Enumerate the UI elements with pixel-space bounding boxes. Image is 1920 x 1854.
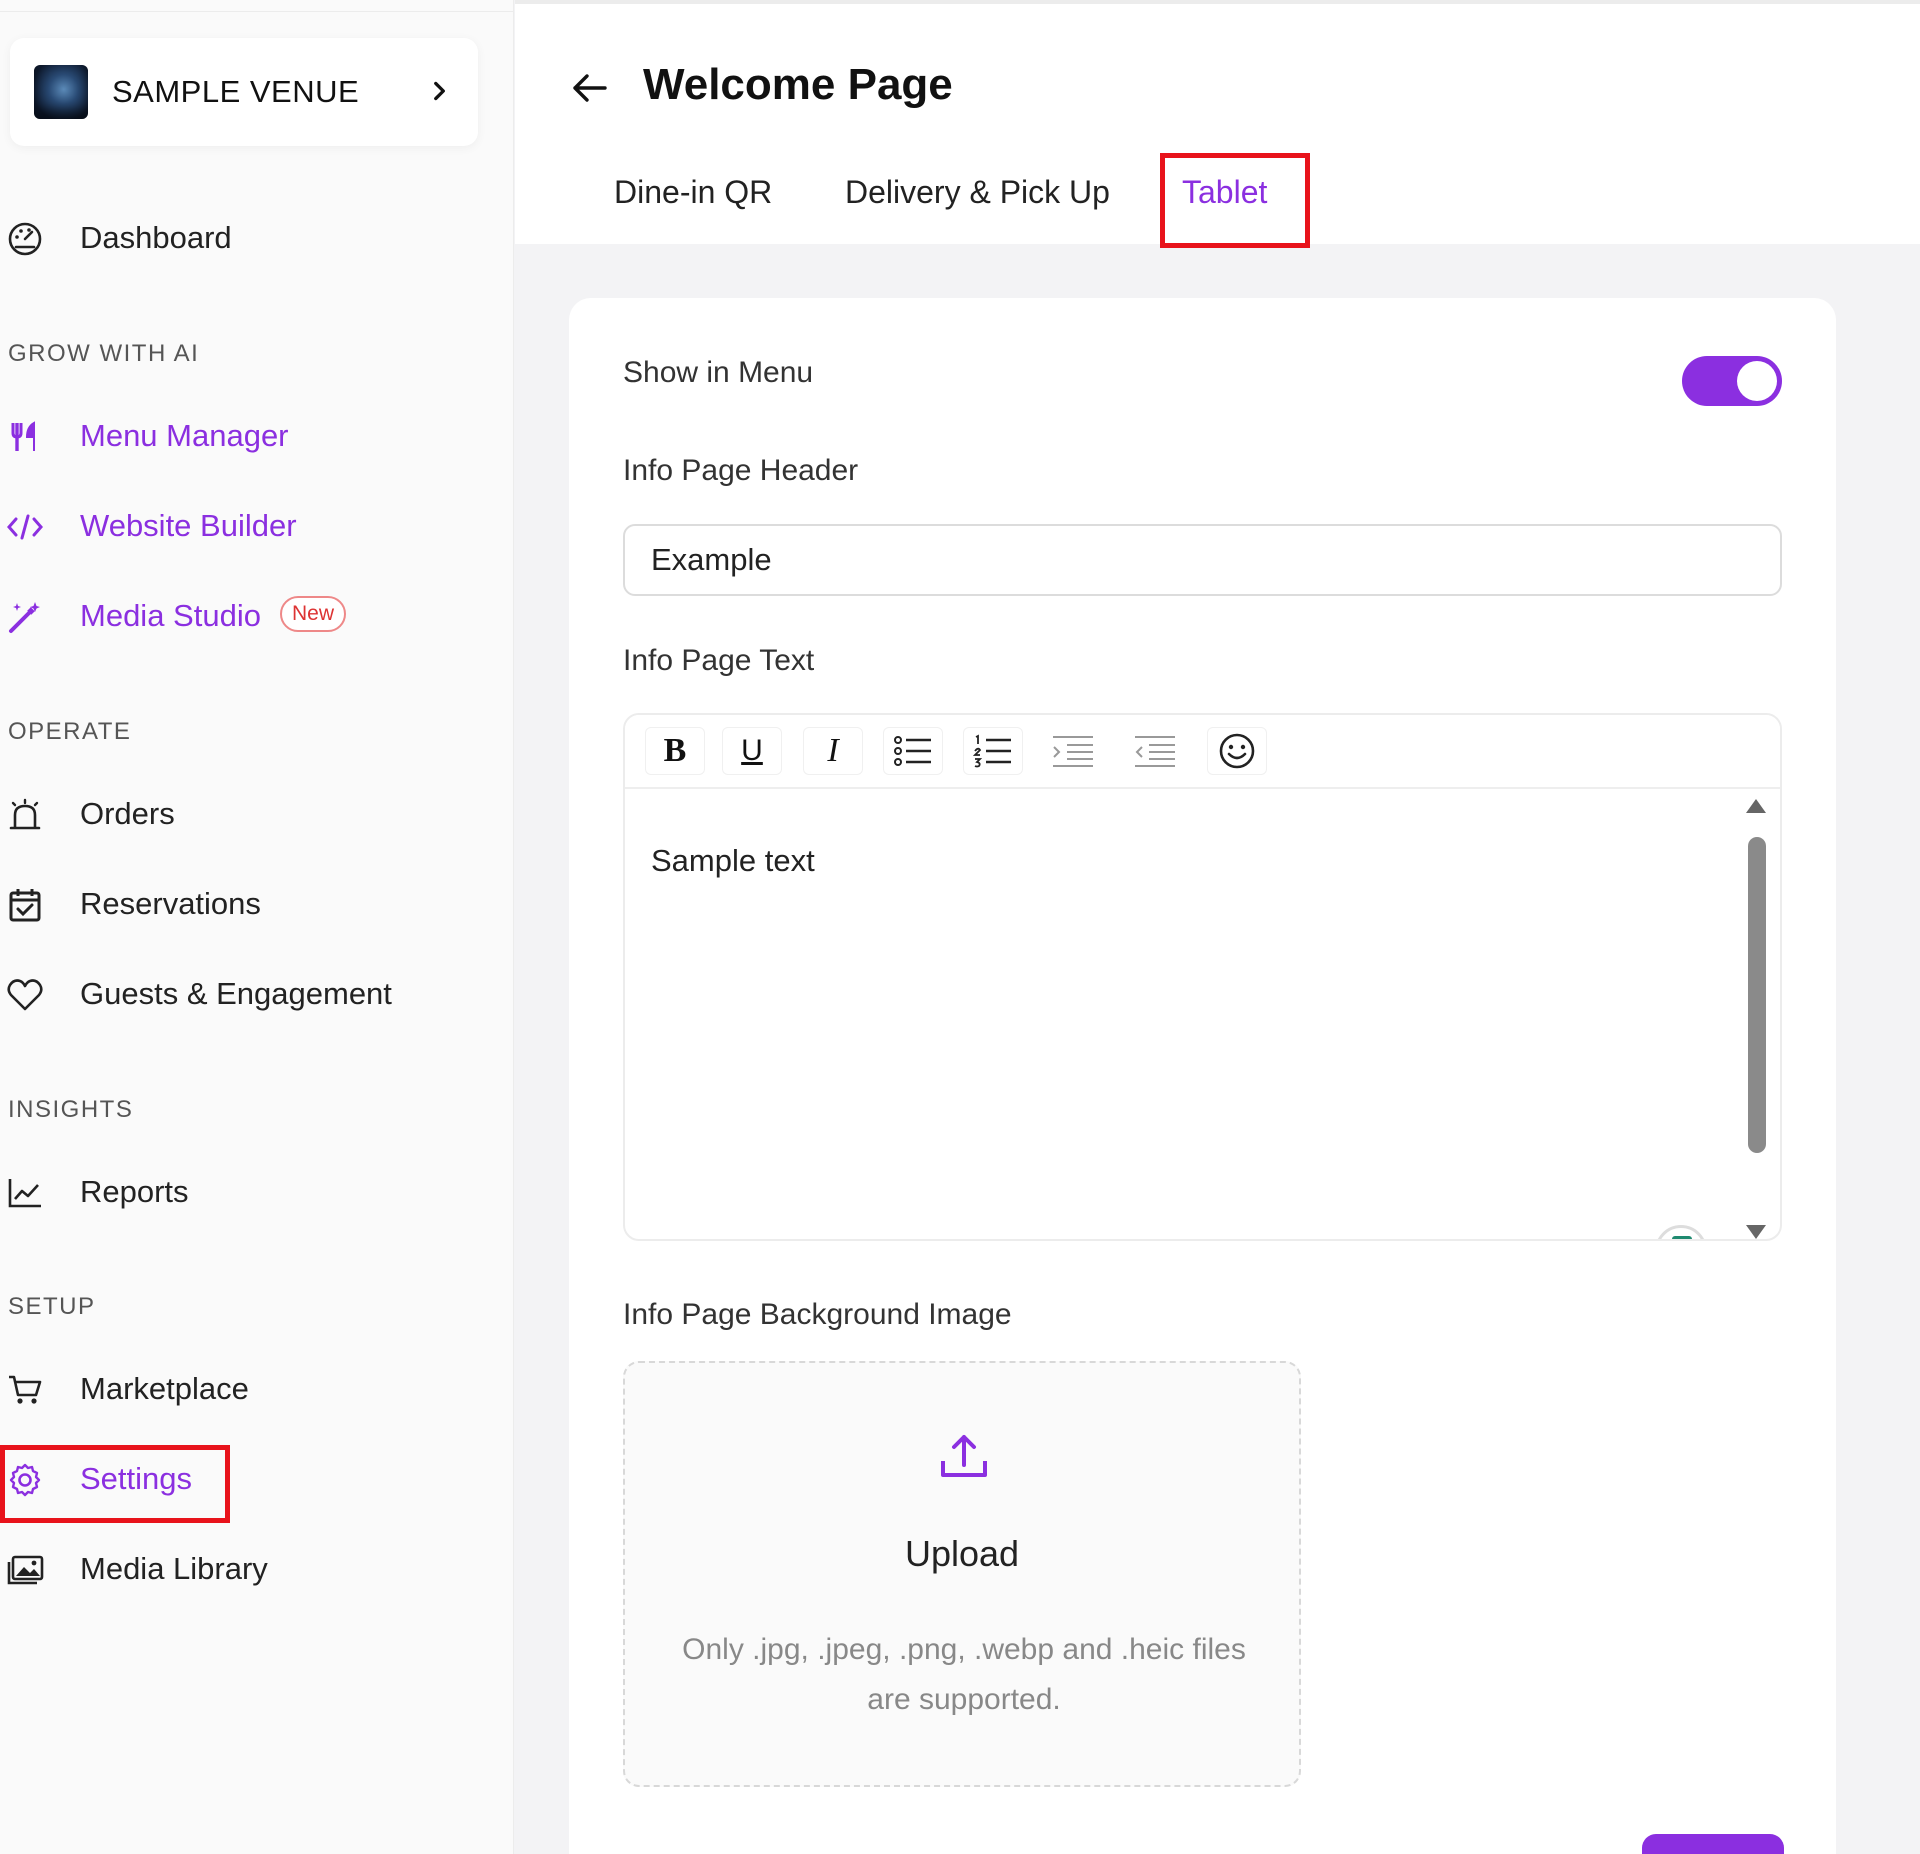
section-title-insights: INSIGHTS: [8, 1096, 134, 1123]
indent-icon: [1053, 736, 1093, 767]
show-in-menu-label: Show in Menu: [623, 356, 814, 389]
scroll-up-arrow-icon[interactable]: [1746, 799, 1766, 813]
sidebar-item-marketplace[interactable]: Marketplace: [0, 1359, 480, 1419]
indent-button[interactable]: [1043, 727, 1103, 775]
sidebar-item-label: Guests & Engagement: [80, 976, 392, 1011]
info-page-text-label: Info Page Text: [623, 644, 815, 677]
upload-icon: [941, 1435, 987, 1477]
numbered-list-icon: [973, 734, 1011, 768]
sidebar-item-label: Orders: [80, 796, 175, 831]
upload-title: Upload: [904, 1533, 1020, 1574]
sidebar-item-reports[interactable]: Reports: [0, 1162, 480, 1222]
sidebar-item-guests-engagement[interactable]: Guests & Engagement: [0, 964, 480, 1024]
code-icon: [6, 510, 44, 544]
underline-button[interactable]: U: [722, 727, 782, 775]
sidebar-item-label: Media Library: [80, 1551, 268, 1586]
calendar-check-icon: [6, 888, 44, 922]
image-upload-dropzone[interactable]: Upload Only .jpg, .jpeg, .png, .webp and…: [623, 1361, 1301, 1787]
settings-highlight-box: [0, 1445, 230, 1523]
bullet-list-icon: [894, 736, 931, 766]
info-page-header-input[interactable]: [623, 524, 1782, 596]
sidebar-item-label: Website Builder: [80, 508, 297, 543]
section-title-grow: GROW WITH AI: [8, 340, 200, 367]
editor-toolbar: B U I: [625, 715, 1780, 789]
sidebar-item-label: Menu Manager: [80, 418, 289, 453]
underline-icon: U: [741, 734, 763, 767]
toggle-knob: [1737, 361, 1777, 401]
sidebar-item-label: Media Studio: [80, 598, 261, 633]
save-button[interactable]: [1642, 1834, 1784, 1854]
venue-name: SAMPLE VENUE: [112, 74, 360, 109]
sidebar: SAMPLE VENUE Dashboard GROW WITH AI Menu…: [0, 0, 514, 1854]
tab-dine-in-qr[interactable]: Dine-in QR: [614, 174, 772, 211]
sidebar-item-label: Reservations: [80, 886, 261, 921]
back-arrow-icon[interactable]: [569, 68, 609, 108]
editor-content[interactable]: Sample text: [651, 843, 815, 879]
sidebar-item-media-library[interactable]: Media Library: [0, 1539, 480, 1599]
page-header: Welcome Page Dine-in QR Delivery & Pick …: [515, 0, 1920, 248]
tablet-tab-highlight-box: [1160, 153, 1310, 248]
info-page-header-label: Info Page Header: [623, 454, 859, 487]
editor-scrollbar[interactable]: [1742, 799, 1770, 1239]
venue-avatar: [34, 65, 88, 119]
numbered-list-button[interactable]: [963, 727, 1023, 775]
grammar-assistant-icon[interactable]: [1655, 1225, 1707, 1239]
sidebar-item-label: Marketplace: [80, 1371, 249, 1406]
bullet-list-button[interactable]: [883, 727, 943, 775]
chevron-right-icon: [434, 81, 445, 101]
outdent-icon: [1135, 736, 1175, 767]
sidebar-item-dashboard[interactable]: Dashboard: [0, 208, 480, 268]
speedometer-icon: [6, 222, 44, 256]
venue-selector[interactable]: SAMPLE VENUE: [10, 38, 478, 146]
upload-file-types-note: Only .jpg, .jpeg, .png, .webp and .heic …: [682, 1633, 1246, 1716]
emoji-button[interactable]: [1207, 727, 1267, 775]
new-badge: New: [280, 596, 347, 632]
bold-icon: B: [663, 732, 687, 769]
smiley-icon: [1219, 733, 1255, 769]
rich-text-editor[interactable]: B U I Sample text: [623, 713, 1782, 1241]
background-image-label: Info Page Background Image: [623, 1298, 1012, 1331]
alarm-bell-icon: [6, 798, 44, 832]
section-title-operate: OPERATE: [8, 718, 132, 745]
heart-icon: [6, 978, 44, 1012]
show-in-menu-toggle[interactable]: [1682, 356, 1782, 406]
sidebar-item-media-studio[interactable]: Media Studio New: [0, 586, 480, 646]
sidebar-top-divider: [0, 0, 514, 12]
sidebar-item-label: Dashboard: [80, 220, 232, 255]
magic-wand-icon: [6, 600, 44, 634]
sidebar-item-orders[interactable]: Orders: [0, 784, 480, 844]
welcome-page-form-card: Show in Menu Info Page Header Info Page …: [569, 298, 1836, 1854]
italic-button[interactable]: I: [803, 727, 863, 775]
fork-knife-icon: [6, 420, 44, 454]
page-title: Welcome Page: [643, 60, 953, 109]
sidebar-item-website-builder[interactable]: Website Builder: [0, 496, 480, 556]
sidebar-item-reservations[interactable]: Reservations: [0, 874, 480, 934]
image-gallery-icon: [6, 1553, 44, 1587]
tab-delivery-pickup[interactable]: Delivery & Pick Up: [845, 174, 1110, 211]
italic-icon: I: [827, 732, 839, 769]
sidebar-item-label: Reports: [80, 1174, 189, 1209]
sidebar-item-menu-manager[interactable]: Menu Manager: [0, 406, 480, 466]
scroll-thumb[interactable]: [1748, 837, 1766, 1153]
line-chart-icon: [6, 1176, 44, 1210]
cart-icon: [6, 1373, 44, 1407]
bold-button[interactable]: B: [645, 727, 705, 775]
section-title-setup: SETUP: [8, 1293, 96, 1320]
scroll-down-arrow-icon[interactable]: [1746, 1225, 1766, 1239]
outdent-button[interactable]: [1125, 727, 1185, 775]
